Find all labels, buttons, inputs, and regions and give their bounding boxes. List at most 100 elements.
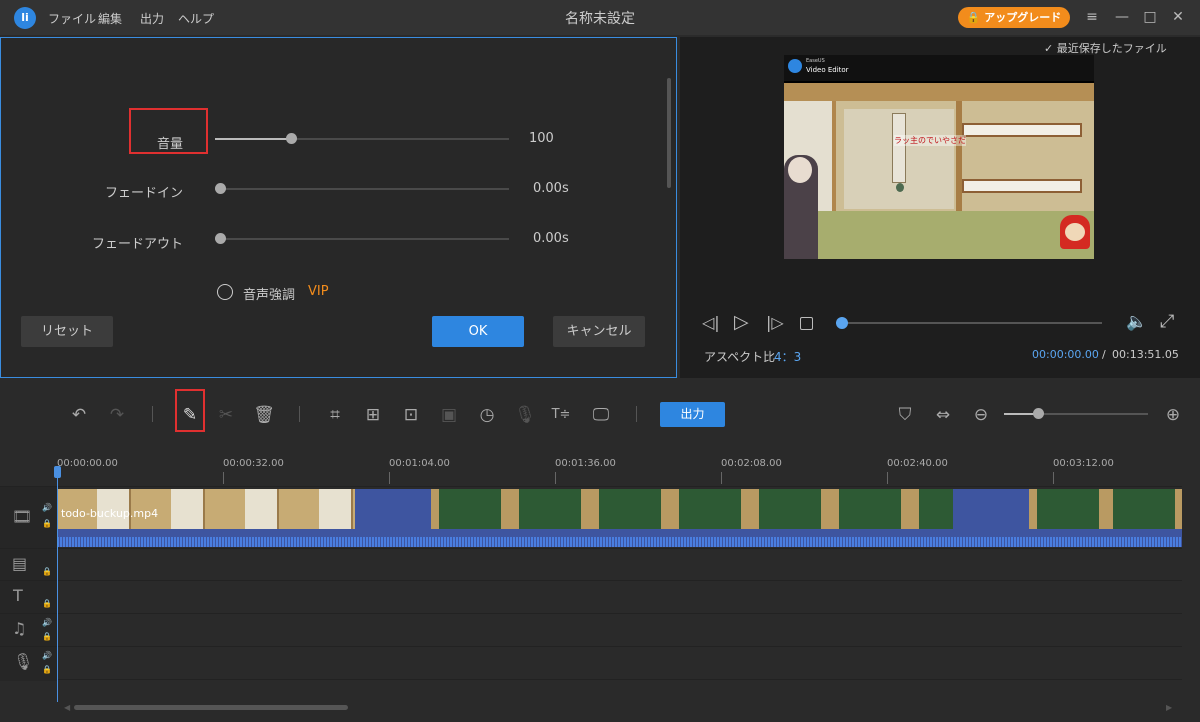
character-left-face <box>788 157 812 183</box>
track-mute-icon[interactable]: 🔊 <box>42 618 52 627</box>
video-preview[interactable]: EaseUS Video Editor ラッ主のでいやさだ <box>784 55 1094 259</box>
scene-shelf-top <box>962 123 1082 137</box>
fullscreen-icon[interactable]: ⤢ <box>1160 311 1174 332</box>
fadein-slider[interactable] <box>215 183 509 195</box>
screen-record-icon[interactable]: 🖵 <box>588 402 614 428</box>
time-ruler[interactable] <box>57 472 1182 484</box>
audio-settings-panel: 音量 100 フェードイン 0.00s フェードアウト 0.00s 音声強調 V… <box>0 37 677 378</box>
video-brand-bar: EaseUS Video Editor <box>784 55 1094 81</box>
scene-pillar <box>956 101 962 221</box>
menu-icon[interactable]: ≡ <box>1080 6 1104 28</box>
text-to-speech-icon[interactable]: T≑ <box>548 402 574 428</box>
zoom-slider[interactable] <box>1004 408 1148 419</box>
text-track-row[interactable]: T 🔒 <box>0 580 1182 614</box>
music-track-header: ♫ 🔊 🔒 <box>0 614 57 647</box>
fadein-track <box>215 188 509 190</box>
speed-clock-icon[interactable]: ◷ <box>474 402 500 428</box>
time-total: 00:13:51.05 <box>1112 348 1179 361</box>
menu-file[interactable]: ファイル <box>48 10 96 27</box>
prev-frame-icon[interactable]: ◁| <box>702 313 720 332</box>
track-lock-icon[interactable]: 🔒 <box>42 665 52 674</box>
zoom-out-icon[interactable]: ⊖ <box>968 402 994 428</box>
clip-name: todo-buckup.mp4 <box>61 507 159 520</box>
scene-vase <box>896 183 904 192</box>
stop-icon[interactable] <box>800 317 813 330</box>
toolbar-divider <box>299 406 300 422</box>
character-right-face <box>1065 223 1085 241</box>
music-track-row[interactable]: ♫ 🔊 🔒 <box>0 613 1182 647</box>
zoom-frame-icon[interactable]: ⊞ <box>360 402 386 428</box>
track-lock-icon[interactable]: 🔒 <box>42 632 52 641</box>
time-separator: / <box>1102 348 1106 361</box>
toolbar-divider <box>152 406 153 422</box>
track-lock-icon[interactable]: 🔒 <box>42 567 52 576</box>
export-button[interactable]: 出力 <box>660 402 725 427</box>
video-track-icon: 🎞 <box>12 507 33 526</box>
overlay-track-row[interactable]: ▤ 🔒 <box>0 548 1182 581</box>
scroll-left-icon[interactable]: ◀ <box>64 703 70 712</box>
fadeout-knob[interactable] <box>215 233 226 244</box>
text-track-header: T 🔒 <box>0 581 57 614</box>
freeze-frame-icon[interactable]: ▣ <box>436 402 462 428</box>
track-lock-icon[interactable]: 🔒 <box>42 599 52 608</box>
aspect-value[interactable]: 4：3 <box>774 348 801 365</box>
scene-shelf-bottom <box>962 179 1082 193</box>
fadein-knob[interactable] <box>215 183 226 194</box>
clip-thumbnails <box>1029 489 1182 529</box>
delete-icon[interactable]: 🗑 <box>251 402 277 428</box>
playback-progress[interactable] <box>836 317 1102 329</box>
volume-label: 音量 <box>156 137 183 152</box>
crop-icon[interactable]: ⌗ <box>322 402 348 428</box>
reset-button[interactable]: リセット <box>21 316 113 347</box>
volume-knob[interactable] <box>286 133 297 144</box>
zoom-in-icon[interactable]: ⊕ <box>1160 402 1186 428</box>
upgrade-button[interactable]: 🔒 アップグレード <box>958 7 1070 28</box>
scroll-thumb[interactable] <box>667 78 671 188</box>
undo-icon[interactable]: ↶ <box>66 402 92 428</box>
upgrade-label: アップグレード <box>984 11 1062 24</box>
maximize-icon[interactable]: □ <box>1138 6 1162 28</box>
playhead-handle[interactable] <box>54 466 61 478</box>
minimize-icon[interactable]: — <box>1110 6 1134 28</box>
menu-export[interactable]: 出力 <box>140 10 164 27</box>
mosaic-icon[interactable]: ⊡ <box>398 402 424 428</box>
video-caption: ラッ主のでいやさだ <box>894 135 966 146</box>
track-mute-icon[interactable]: 🔊 <box>42 503 52 512</box>
track-mute-icon[interactable]: 🔊 <box>42 651 52 660</box>
ruler-label: 00:01:04.00 <box>389 458 450 469</box>
brand-logo-icon <box>788 59 802 73</box>
fadeout-value: 0.00s <box>533 231 569 246</box>
settings-scrollbar[interactable] <box>667 44 673 299</box>
cancel-button[interactable]: キャンセル <box>553 316 645 347</box>
timeline-scrollbar[interactable]: ◀ ▶ <box>60 701 1180 713</box>
marker-icon[interactable]: ⛉ <box>892 402 918 428</box>
scroll-thumb[interactable] <box>74 705 348 710</box>
fadeout-slider[interactable] <box>215 233 509 245</box>
play-icon[interactable]: ▷ <box>734 311 749 333</box>
fadein-label: フェードイン <box>104 186 183 201</box>
next-frame-icon[interactable]: |▷ <box>766 313 784 332</box>
volume-fill <box>215 138 291 140</box>
menu-help[interactable]: ヘルプ <box>178 10 214 27</box>
close-icon[interactable]: ✕ <box>1166 6 1190 28</box>
video-clip[interactable]: todo-buckup.mp4 <box>57 489 1182 547</box>
lock-icon: 🔒 <box>966 11 981 24</box>
redo-icon[interactable]: ↷ <box>104 402 130 428</box>
enhance-radio[interactable] <box>217 284 233 300</box>
vip-badge: VIP <box>308 284 329 299</box>
playhead-knob[interactable] <box>836 317 848 329</box>
edit-pencil-icon[interactable]: ✎ <box>177 402 203 428</box>
ok-button[interactable]: OK <box>432 316 524 347</box>
track-lock-icon[interactable]: 🔒 <box>42 519 52 528</box>
timeline-playhead[interactable] <box>57 466 58 702</box>
zoom-knob[interactable] <box>1033 408 1044 419</box>
scroll-right-icon[interactable]: ▶ <box>1166 703 1172 712</box>
volume-slider[interactable] <box>215 133 509 145</box>
cut-icon[interactable]: ✂ <box>213 402 239 428</box>
video-track-header: 🎞 🔊 🔒 <box>0 487 57 549</box>
volume-icon[interactable]: 🔈 <box>1126 312 1147 332</box>
menu-edit[interactable]: 編集 <box>98 10 122 27</box>
microphone-icon[interactable]: 🎙 <box>512 402 538 428</box>
voice-track-row[interactable]: 🎙 🔊 🔒 <box>0 646 1182 681</box>
fit-width-icon[interactable]: ⇔ <box>930 402 956 428</box>
